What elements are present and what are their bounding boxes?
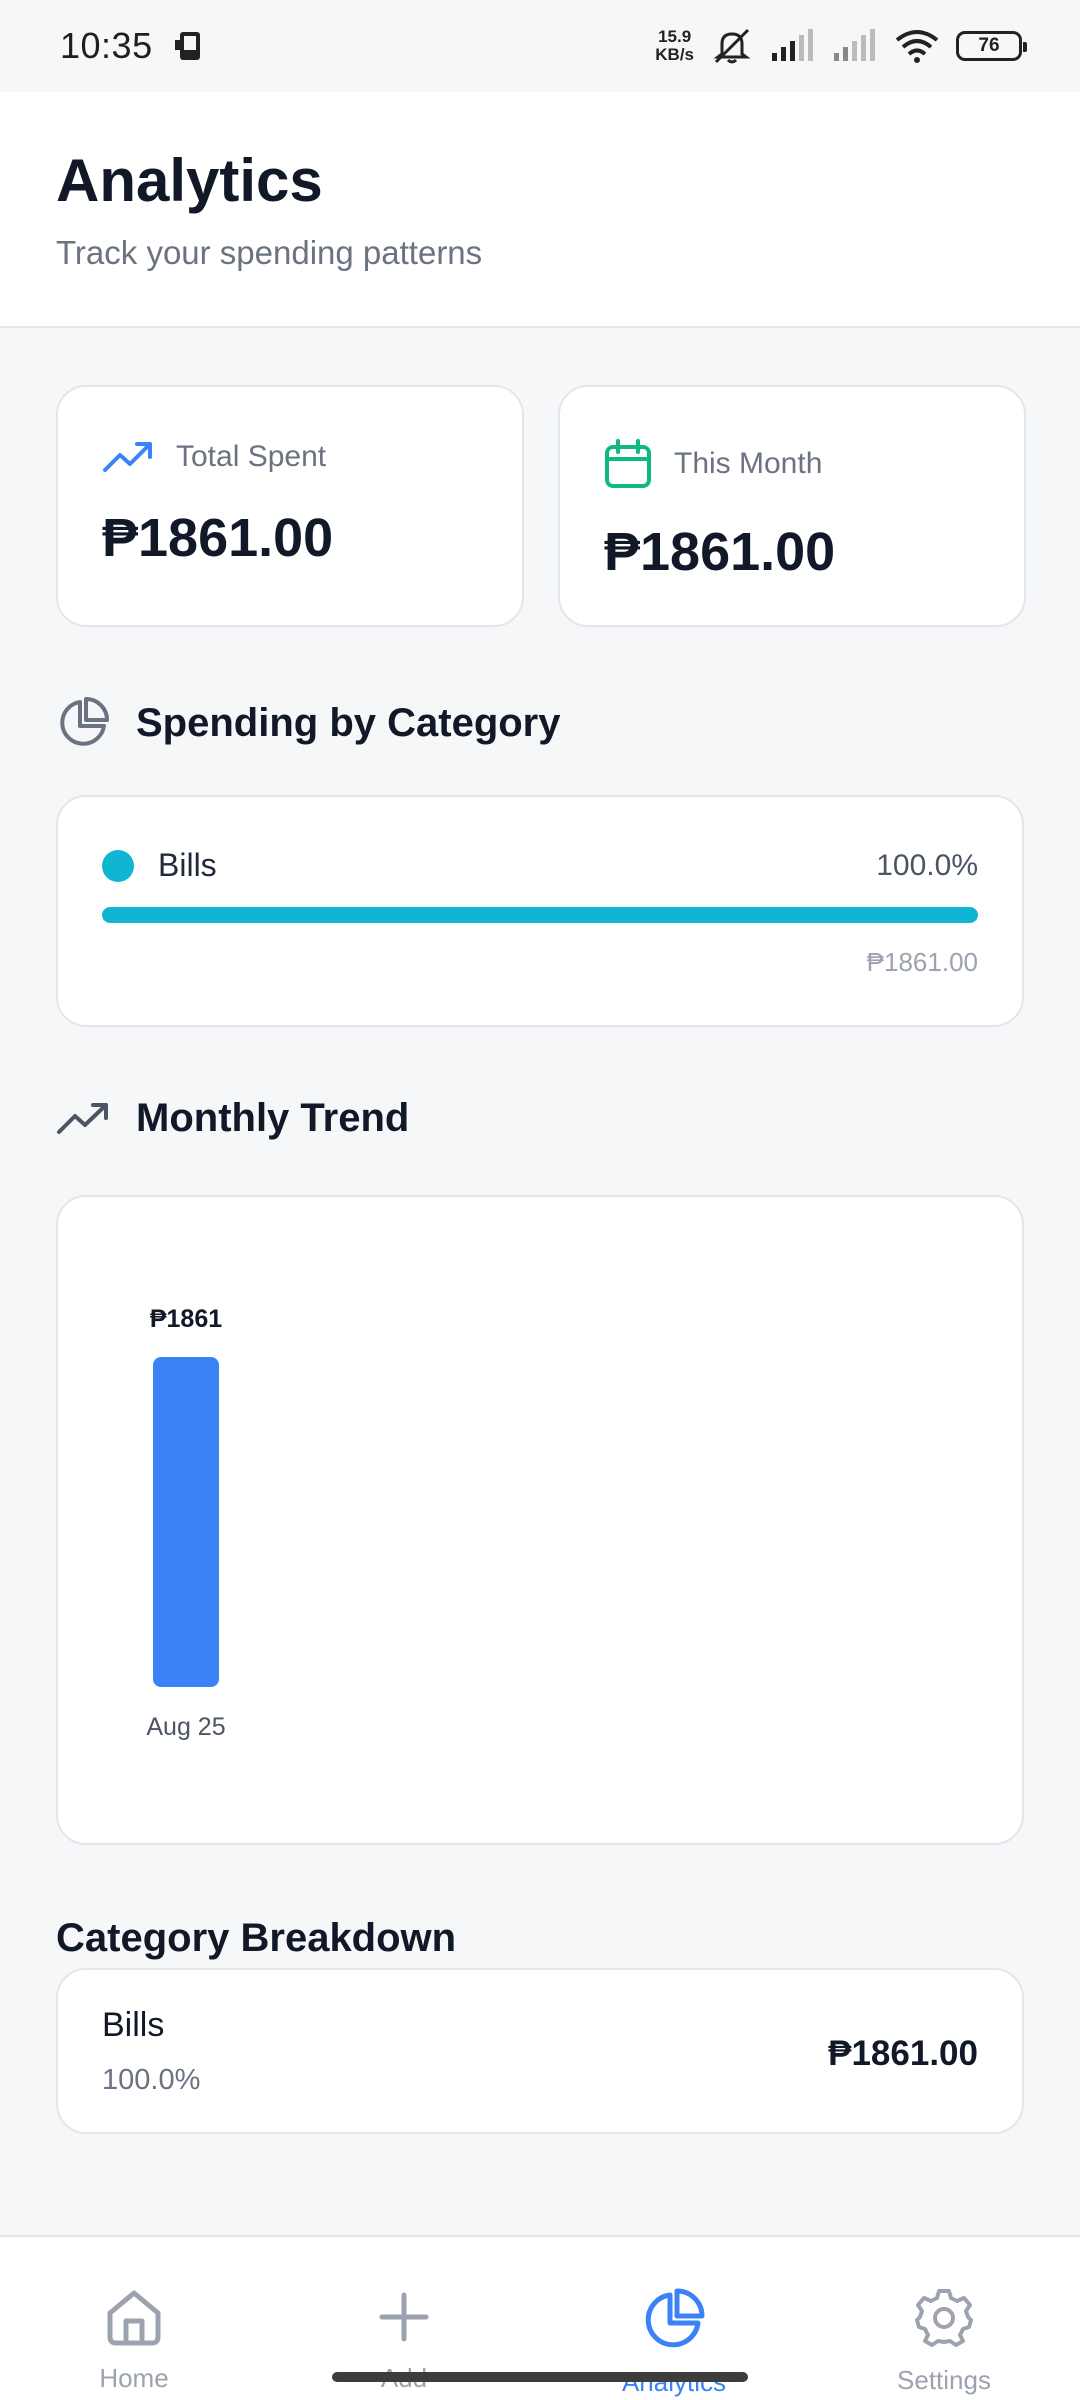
category-percent: 100.0% — [876, 848, 978, 882]
category-progress-bar — [102, 907, 978, 923]
calendar-icon — [605, 439, 651, 488]
category-name: Bills — [158, 847, 217, 883]
chart-bar — [153, 1357, 219, 1687]
status-icons: 15.9 KB/s 76 — [655, 26, 1027, 66]
total-spent-value: ₱1861.00 — [102, 508, 334, 568]
trending-up-icon — [57, 1102, 108, 1134]
network-speed-value: 15.9 — [658, 27, 692, 46]
breakdown-category-percent: 100.0% — [102, 2064, 201, 2096]
pie-chart-icon — [60, 697, 109, 746]
chart-bar-value-label: ₱1861 — [150, 1305, 222, 1333]
spending-by-category-heading: Spending by Category — [56, 696, 561, 750]
trending-up-icon — [103, 442, 152, 472]
category-card[interactable]: Bills 100.0% ₱1861.00 — [56, 795, 1024, 1027]
home-icon — [107, 2290, 161, 2346]
nav-home[interactable]: Home — [34, 2237, 234, 2400]
status-bar: 10:35 15.9 KB/s 76 — [0, 0, 1080, 92]
wifi-icon — [895, 30, 939, 63]
breakdown-category-name: Bills — [102, 2006, 165, 2044]
category-row: Bills 100.0% — [102, 847, 978, 884]
signal-icon-2 — [834, 29, 875, 61]
this-month-label: This Month — [674, 447, 823, 480]
spending-by-category-title: Spending by Category — [136, 700, 561, 745]
monthly-trend-chart: ₱1861 Aug 25 — [146, 1305, 225, 1741]
this-month-card: This Month ₱1861.00 — [558, 385, 1026, 627]
signal-icon-1 — [772, 29, 813, 61]
network-speed-unit: KB/s — [655, 45, 694, 64]
breakdown-row[interactable]: Bills 100.0% ₱1861.00 — [56, 1968, 1024, 2134]
breakdown-category-amount: ₱1861.00 — [828, 2034, 978, 2073]
category-progress-fill — [102, 907, 978, 923]
battery-level: 76 — [978, 35, 1000, 56]
network-speed: 15.9 KB/s — [655, 28, 694, 64]
status-time: 10:35 — [60, 25, 153, 66]
home-indicator[interactable] — [332, 2372, 748, 2382]
category-breakdown-title: Category Breakdown — [56, 1916, 457, 1960]
page-title: Analytics — [56, 147, 323, 214]
phone-icon — [174, 32, 200, 60]
monthly-trend-chart-card: ₱1861 Aug 25 — [56, 1195, 1024, 1845]
page-subtitle: Track your spending patterns — [56, 234, 483, 271]
monthly-trend-title: Monthly Trend — [136, 1096, 410, 1140]
category-color-dot — [102, 849, 134, 882]
nav-home-label: Home — [99, 2363, 169, 2393]
category-amount: ₱1861.00 — [866, 947, 978, 977]
battery-indicator: 76 — [956, 31, 1027, 61]
monthly-trend-heading: Monthly Trend — [56, 1096, 409, 1141]
mute-icon — [713, 28, 751, 64]
nav-settings[interactable]: Settings — [844, 2237, 1044, 2400]
pie-chart-icon — [645, 2288, 705, 2348]
nav-settings-label: Settings — [897, 2365, 991, 2395]
total-spent-label: Total Spent — [176, 440, 327, 473]
gear-icon — [915, 2289, 973, 2347]
plus-icon — [379, 2292, 429, 2342]
chart-category-label: Aug 25 — [146, 1713, 225, 1741]
this-month-value: ₱1861.00 — [604, 522, 836, 582]
page-header: Analytics Track your spending patterns — [0, 92, 1080, 328]
total-spent-card: Total Spent ₱1861.00 — [56, 385, 524, 627]
analytics-screen: 10:35 15.9 KB/s 76 Analytics Track your … — [0, 0, 1080, 2400]
